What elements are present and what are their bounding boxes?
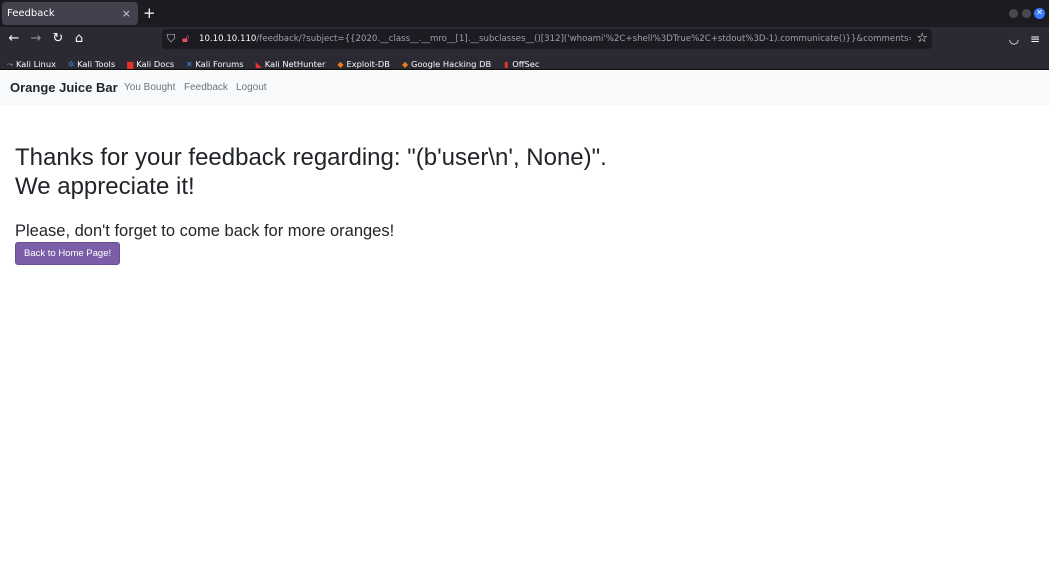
home-button[interactable]: ⌂	[70, 29, 88, 49]
main-content: Thanks for your feedback regarding: "(b'…	[15, 143, 915, 265]
site-brand[interactable]: Orange Juice Bar	[10, 71, 118, 105]
kali-tools-icon: ✲	[67, 60, 75, 69]
close-window-button[interactable]: ✕	[1034, 8, 1045, 19]
bookmark-label: Kali NetHunter	[264, 59, 326, 69]
browser-tab-strip: Feedback × + ✕	[0, 0, 1049, 27]
minimize-button[interactable]	[1009, 9, 1018, 18]
pocket-icon: ◡	[1008, 32, 1020, 46]
url-text[interactable]: 10.10.10.110/feedback/?subject={{2020.__…	[199, 29, 911, 49]
site-navbar: Orange Juice Bar You Bought Feedback Log…	[0, 71, 1049, 105]
bookmark-kali-docs[interactable]: ▆ Kali Docs	[126, 56, 175, 69]
ghdb-icon: ◆	[401, 60, 409, 69]
maximize-button[interactable]	[1022, 9, 1031, 18]
reload-button[interactable]: ↻	[49, 29, 67, 49]
insecure-lock-icon[interactable]: 🔓︎	[182, 29, 189, 49]
browser-navbar: ← → ↻ ⌂ ⛉ 🔓︎ 10.10.10.110/feedback/?subj…	[0, 27, 1049, 52]
offsec-icon: ▮	[504, 60, 509, 69]
home-icon: ⌂	[74, 31, 84, 46]
url-bar[interactable]: ⛉ 🔓︎ 10.10.10.110/feedback/?subject={{20…	[162, 29, 932, 49]
kali-docs-icon: ▆	[127, 60, 134, 69]
bookmark-label: OffSec	[512, 59, 540, 69]
nav-link-feedback[interactable]: Feedback	[184, 71, 228, 105]
menu-button[interactable]: ≡	[1027, 29, 1043, 49]
bookmark-exploit-db[interactable]: ◆ Exploit-DB	[337, 56, 390, 69]
bookmarks-bar: ⤳ Kali Linux ✲ Kali Tools ▆ Kali Docs ✕ Kali…	[0, 52, 1049, 70]
bookmark-label: Kali Forums	[195, 59, 244, 69]
kali-dragon-icon: ⤳	[6, 60, 14, 69]
pocket-button[interactable]: ◡	[1006, 29, 1022, 49]
shield-icon[interactable]: ⛉	[167, 29, 175, 49]
bookmark-google-hacking-db[interactable]: ◆ Google Hacking DB	[401, 56, 492, 69]
bookmark-label: Kali Tools	[77, 59, 116, 69]
bookmark-label: Exploit-DB	[346, 59, 390, 69]
bookmark-label: Kali Linux	[16, 59, 56, 69]
tab-close-icon[interactable]: ×	[122, 2, 131, 25]
tab-feedback[interactable]: Feedback ×	[2, 2, 138, 25]
nav-link-logout[interactable]: Logout	[236, 71, 267, 105]
bookmark-offsec[interactable]: ▮ OffSec	[502, 56, 540, 69]
bookmark-label: Kali Docs	[136, 59, 175, 69]
bookmark-label: Google Hacking DB	[411, 59, 492, 69]
arrow-right-icon: →	[30, 31, 42, 46]
nethunter-icon: ◣	[255, 60, 262, 69]
new-tab-button[interactable]: +	[143, 3, 156, 23]
reload-icon: ↻	[52, 31, 64, 46]
bookmark-star-icon[interactable]: ☆	[916, 29, 928, 49]
back-to-home-button[interactable]: Back to Home Page!	[15, 242, 121, 265]
feedback-heading: Thanks for your feedback regarding: "(b'…	[15, 144, 607, 200]
bookmark-kali-forums[interactable]: ✕ Kali Forums	[185, 56, 244, 69]
bookmark-kali-linux[interactable]: ⤳ Kali Linux	[6, 56, 56, 69]
arrow-left-icon: ←	[8, 31, 20, 46]
tab-title: Feedback	[7, 8, 55, 19]
subtext: Please, don't forget to come back for mo…	[15, 222, 395, 240]
url-host: 10.10.10.110	[199, 34, 257, 44]
bookmark-kali-tools[interactable]: ✲ Kali Tools	[67, 56, 116, 69]
hamburger-menu-icon: ≡	[1029, 32, 1041, 46]
back-button[interactable]: ←	[5, 29, 23, 49]
url-path: /feedback/?subject={{2020.__class__.__mr…	[256, 34, 911, 44]
nav-link-you-bought[interactable]: You Bought	[124, 71, 175, 105]
forward-button[interactable]: →	[27, 29, 45, 49]
kali-forums-icon: ✕	[185, 60, 193, 69]
exploit-db-icon: ◆	[337, 60, 344, 69]
bookmark-kali-nethunter[interactable]: ◣ Kali NetHunter	[255, 56, 326, 69]
